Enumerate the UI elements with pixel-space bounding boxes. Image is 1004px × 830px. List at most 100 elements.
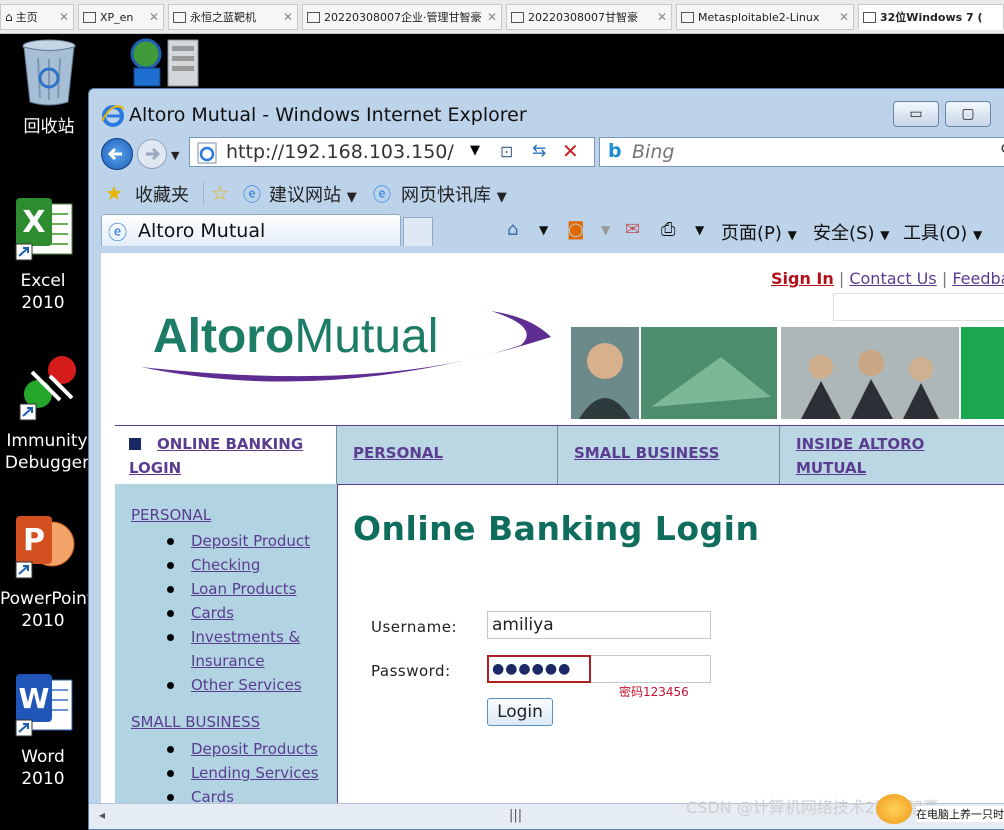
pet-icon: [876, 794, 912, 824]
chevron-down-icon[interactable]: ▼: [539, 223, 548, 237]
vm-tab-enterprise[interactable]: 20220308007企业·管理甘智豪 ✕: [302, 4, 502, 30]
safety-menu[interactable]: 安全(S) ▼: [813, 219, 889, 245]
desktop-icon-powerpoint[interactable]: P PowerPoint 2010: [0, 510, 94, 632]
refresh-icon[interactable]: ⇆: [532, 141, 546, 161]
chevron-down-icon: ▼: [496, 190, 507, 205]
forward-arrow-icon: [146, 147, 161, 161]
username-label: Username:: [371, 618, 458, 636]
sign-in-link[interactable]: Sign In: [771, 269, 834, 288]
scroll-left-icon[interactable]: ◂: [99, 808, 105, 822]
close-icon[interactable]: ✕: [657, 10, 667, 24]
desktop-icon-recycle-bin[interactable]: 回收站: [6, 38, 92, 138]
ie-page-icon: ⓔ: [373, 185, 391, 206]
sidebar-link-deposit-product[interactable]: Deposit Product: [191, 532, 310, 550]
scroll-thumb-icon[interactable]: |||: [509, 808, 522, 823]
tab-altoro[interactable]: ⓔ Altoro Mutual: [101, 214, 401, 246]
lock-icon: [129, 438, 141, 450]
page-menu[interactable]: 页面(P) ▼: [721, 219, 797, 245]
window-title: Altoro Mutual - Windows Internet Explore…: [129, 104, 527, 126]
contact-us-link[interactable]: Contact Us: [849, 269, 936, 288]
vm-tab-xp[interactable]: XP_en ✕: [78, 4, 164, 30]
vm-tab-eternalblue[interactable]: 永恒之蓝靶机 ✕: [168, 4, 298, 30]
sidebar-link-other-services[interactable]: Other Services: [191, 676, 302, 694]
mail-icon[interactable]: ✉: [625, 219, 640, 240]
tools-menu[interactable]: 工具(O) ▼: [903, 219, 982, 245]
sidebar-link-deposit-products[interactable]: Deposit Products: [191, 740, 318, 758]
login-button[interactable]: Login: [487, 698, 553, 726]
close-icon[interactable]: ✕: [59, 10, 69, 24]
sidebar-section-small-business[interactable]: SMALL BUSINESS: [131, 713, 260, 731]
compat-view-icon[interactable]: ⊡: [500, 142, 513, 161]
desktop-icon-word[interactable]: W Word 2010: [0, 668, 86, 790]
ie-window: Altoro Mutual - Windows Internet Explore…: [88, 88, 1004, 830]
sidebar-section-personal[interactable]: PERSONAL: [131, 506, 211, 524]
word-icon: W: [15, 674, 73, 737]
bullet: [167, 610, 174, 617]
chevron-down-icon: ▼: [787, 228, 797, 242]
list-item: Investments & Insurance: [115, 625, 311, 673]
network-icon[interactable]: [128, 38, 200, 88]
history-dropdown-icon[interactable]: ▼: [171, 149, 179, 162]
close-icon[interactable]: ✕: [487, 10, 497, 24]
vm-tab-gzh[interactable]: 20220308007甘智豪 ✕: [506, 4, 672, 30]
bing-icon: b: [608, 140, 622, 162]
sidebar-link-lending-services[interactable]: Lending Services: [191, 764, 319, 782]
password-label: Password:: [371, 662, 451, 680]
print-icon[interactable]: ⎙: [661, 219, 675, 240]
sidebar-link-cards[interactable]: Cards: [191, 604, 234, 622]
nav-personal[interactable]: PERSONAL: [337, 426, 558, 484]
nav-online-banking-login[interactable]: ONLINE BANKING LOGIN: [115, 426, 337, 484]
suggested-sites-link[interactable]: 建议网站 ▼: [269, 181, 357, 207]
password-note: 密码123456: [619, 685, 689, 699]
web-slice-gallery-link[interactable]: 网页快讯库 ▼: [401, 181, 507, 207]
username-field[interactable]: [487, 611, 711, 639]
close-icon[interactable]: ✕: [149, 10, 159, 24]
rss-feed-icon[interactable]: ◙: [567, 219, 584, 240]
ie-page-icon: ⓔ: [243, 185, 261, 206]
address-dropdown-icon[interactable]: ▼: [470, 143, 480, 158]
site-search-input[interactable]: [833, 293, 1004, 321]
address-input[interactable]: [226, 142, 496, 162]
maximize-button[interactable]: ▢: [945, 101, 991, 127]
address-bar[interactable]: ▼ ⊡ ⇆ ✕: [189, 137, 595, 167]
close-icon[interactable]: ✕: [283, 10, 293, 24]
svg-text:P: P: [23, 523, 45, 558]
new-tab-button[interactable]: [403, 217, 433, 246]
desktop-icon-excel[interactable]: X Excel 2010: [0, 192, 86, 314]
home-icon[interactable]: ⌂: [507, 219, 518, 240]
sidebar-link-investments[interactable]: Investments & Insurance: [191, 628, 300, 670]
search-box[interactable]: b ⚲: [599, 137, 1004, 167]
stop-icon[interactable]: ✕: [562, 139, 579, 163]
chevron-down-icon[interactable]: ▼: [601, 223, 610, 237]
web-content: Sign In | Contact Us | Feedback AltoroMu…: [101, 253, 1004, 813]
bullet: [167, 634, 174, 641]
vm-icon: [681, 11, 694, 23]
bullet: [167, 538, 174, 545]
title-bar[interactable]: Altoro Mutual - Windows Internet Explore…: [89, 89, 1004, 137]
list-item: Loan Products: [115, 577, 311, 601]
sidebar-link-loan-products[interactable]: Loan Products: [191, 580, 297, 598]
chevron-down-icon[interactable]: ▼: [695, 223, 704, 237]
feedback-link[interactable]: Feedback: [952, 269, 1004, 288]
add-favorite-icon[interactable]: ☆: [211, 181, 229, 205]
nav-inside-altoro[interactable]: INSIDE ALTORO MUTUAL: [780, 426, 1004, 484]
vm-tab-metasploitable[interactable]: Metasploitable2-Linux ✕: [676, 4, 854, 30]
list-item: Cards: [115, 601, 311, 625]
list-item: Deposit Product: [115, 529, 311, 553]
close-icon[interactable]: ✕: [839, 10, 849, 24]
list-item: Deposit Products: [115, 737, 319, 761]
back-button[interactable]: [101, 138, 133, 170]
sidebar-link-checking[interactable]: Checking: [191, 556, 260, 574]
minimize-button[interactable]: ▭: [893, 101, 939, 127]
forward-button[interactable]: [137, 139, 167, 169]
favorites-button[interactable]: 收藏夹: [135, 181, 189, 207]
search-icon[interactable]: ⚲: [1000, 141, 1004, 161]
svg-text:X: X: [22, 205, 45, 240]
vm-tab-win7[interactable]: 32位Windows 7 (: [858, 4, 1004, 30]
corner-tip-text: 在电脑上养一只时: [916, 806, 1004, 822]
desktop-icon-immunity[interactable]: Immunity Debugger: [4, 352, 90, 474]
favorites-star-icon: ★: [105, 181, 123, 205]
search-input[interactable]: [632, 142, 932, 162]
nav-small-business[interactable]: SMALL BUSINESS: [558, 426, 780, 484]
vm-tab-home[interactable]: ⌂ 主页 ✕: [0, 4, 74, 30]
